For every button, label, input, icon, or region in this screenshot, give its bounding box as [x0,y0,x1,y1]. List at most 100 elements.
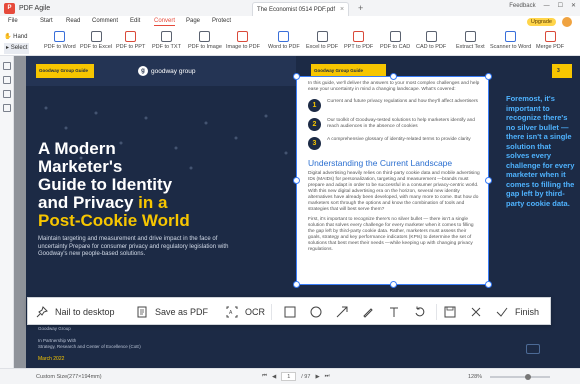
ppt-to-pdf-button[interactable]: PPT to PDF [344,31,373,50]
pen-icon [363,308,373,318]
resize-handle[interactable] [485,177,492,184]
ocr-button[interactable]: A OCR [226,298,265,326]
titlebar-controls: Feedback — ☐ ✕ [509,2,576,10]
undo-button[interactable] [414,298,426,326]
title-bar: P PDF Agile The Economist 0514 PDF.pdf ×… [0,0,580,16]
ellipse-tool[interactable] [310,298,322,326]
close-icon [471,307,481,317]
close-window-icon[interactable]: ✕ [571,2,576,9]
check-icon [496,307,508,317]
first-page-icon[interactable]: ⏮ [262,373,267,380]
finish-button[interactable]: Finish [496,298,539,326]
image-pdf-icon [237,31,249,42]
page-total: / 97 [301,373,311,380]
pin-icon [36,306,48,318]
lock-icon [526,344,540,354]
select-tool[interactable]: ▸ Select [4,43,30,54]
pdf-to-excel-button[interactable]: PDF to Excel [80,31,112,50]
pdf-to-word-button[interactable]: PDF to Word [44,31,76,50]
paragraph: Digital advertising heavily relies on th… [308,171,480,212]
menu-read[interactable]: Read [66,18,80,24]
document-tab[interactable]: The Economist 0514 PDF.pdf × [252,2,350,16]
arrow-tool[interactable] [336,298,348,326]
menu-page[interactable]: Page [186,18,200,24]
close-tab-icon[interactable]: × [340,6,344,13]
extract-text-icon [464,31,476,42]
menu-edit[interactable]: Edit [130,18,140,24]
ocr-icon: A [226,306,238,318]
save-as-pdf-button[interactable]: Save as PDF [136,298,208,326]
thumbnails-icon[interactable] [2,62,11,70]
comments-icon[interactable] [2,90,11,98]
resize-handle[interactable] [485,281,492,288]
excel-to-pdf-button[interactable]: Excel to PDF [306,31,338,50]
pdf-to-ppt-button[interactable]: PDF to PPT [116,31,145,50]
menu-file[interactable]: File [8,18,18,24]
rectangle-tool[interactable] [284,298,296,326]
excel-pdf-icon [316,31,328,42]
list-item: 2 Our toolkit of Goodway-tested solution… [308,118,480,131]
bookmarks-icon[interactable] [2,76,11,84]
nail-to-desktop-button[interactable]: Nail to desktop [36,298,115,326]
status-bar: Custom Size(277×194mm) ⏮ ◀ 1 / 97 ▶ ⏭ 12… [0,368,580,384]
goodway-logo: g goodway group [138,66,195,76]
feedback-link[interactable]: Feedback [509,3,535,9]
upgrade-badge[interactable]: Upgrade [526,18,556,26]
menu-convert[interactable]: Convert [154,18,176,26]
cad-pdf-icon [425,31,437,42]
svg-text:A: A [229,310,233,316]
pdf-to-txt-button[interactable]: PDF to TXT [152,31,181,50]
undo-icon [415,306,425,317]
page-size-label: Custom Size(277×194mm) [36,374,102,380]
merge-pdf-button[interactable]: Merge PDF [536,31,564,50]
page-input[interactable]: 1 [281,372,297,381]
goodway-logo-icon: g [138,66,148,76]
cancel-button[interactable] [470,298,482,326]
new-tab-icon[interactable]: + [358,3,363,13]
zoom-slider[interactable] [490,373,550,380]
scanner-to-word-button[interactable]: Scanner to Word [490,31,531,50]
minimize-icon[interactable]: — [544,3,550,9]
cad-icon [389,31,401,42]
prev-page-icon[interactable]: ◀ [272,374,276,380]
resize-handle[interactable] [390,73,397,80]
save-icon [444,306,456,318]
cover-intro: Maintain targeting and measurement and d… [38,236,229,257]
selection-intro: In this guide, we'll deliver the answers… [308,81,480,92]
avatar[interactable] [562,17,572,27]
text-tool[interactable] [388,298,400,326]
page-number-badge: 3 [552,64,572,78]
resize-handle[interactable] [293,281,300,288]
text-icon [390,307,398,317]
hand-tool[interactable]: ✋ Hand [4,32,29,43]
rectangle-icon [284,306,296,318]
divider [436,304,437,320]
merge-icon [544,31,556,42]
pen-tool[interactable] [362,298,374,326]
resize-handle[interactable] [293,73,300,80]
menu-start[interactable]: Start [40,18,53,24]
pdf-to-cad-button[interactable]: PDF to CAD [380,31,410,50]
image-to-pdf-button[interactable]: Image to PDF [226,31,260,50]
cad-to-pdf-button[interactable]: CAD to PDF [416,31,446,50]
attachments-icon[interactable] [2,104,11,112]
save-button[interactable] [444,298,456,326]
pdf-to-image-button[interactable]: PDF to Image [188,31,222,50]
menu-comment[interactable]: Comment [92,18,118,24]
snip-selection[interactable]: In this guide, we'll deliver the answers… [293,73,492,288]
paragraph: First, it's important to recognize there… [308,217,474,252]
resize-handle[interactable] [390,281,397,288]
word-to-pdf-button[interactable]: Word to PDF [268,31,300,50]
zoom-slider-knob[interactable] [525,373,531,380]
list-item: 1 Current and future privacy regulations… [308,99,480,112]
resize-handle[interactable] [485,73,492,80]
menu-protect[interactable]: Protect [212,18,231,24]
maximize-icon[interactable]: ☐ [558,2,563,9]
menu-bar: File Start Read Comment Edit Convert Pag… [0,16,580,29]
extract-text-button[interactable]: Extract Text [456,31,485,50]
next-page-icon[interactable]: ▶ [315,374,319,380]
last-page-icon[interactable]: ⏭ [325,373,330,380]
resize-handle[interactable] [293,177,300,184]
left-sidebar [0,56,14,368]
cover-headline: A Modern Marketer's Guide to Identity an… [38,139,190,230]
